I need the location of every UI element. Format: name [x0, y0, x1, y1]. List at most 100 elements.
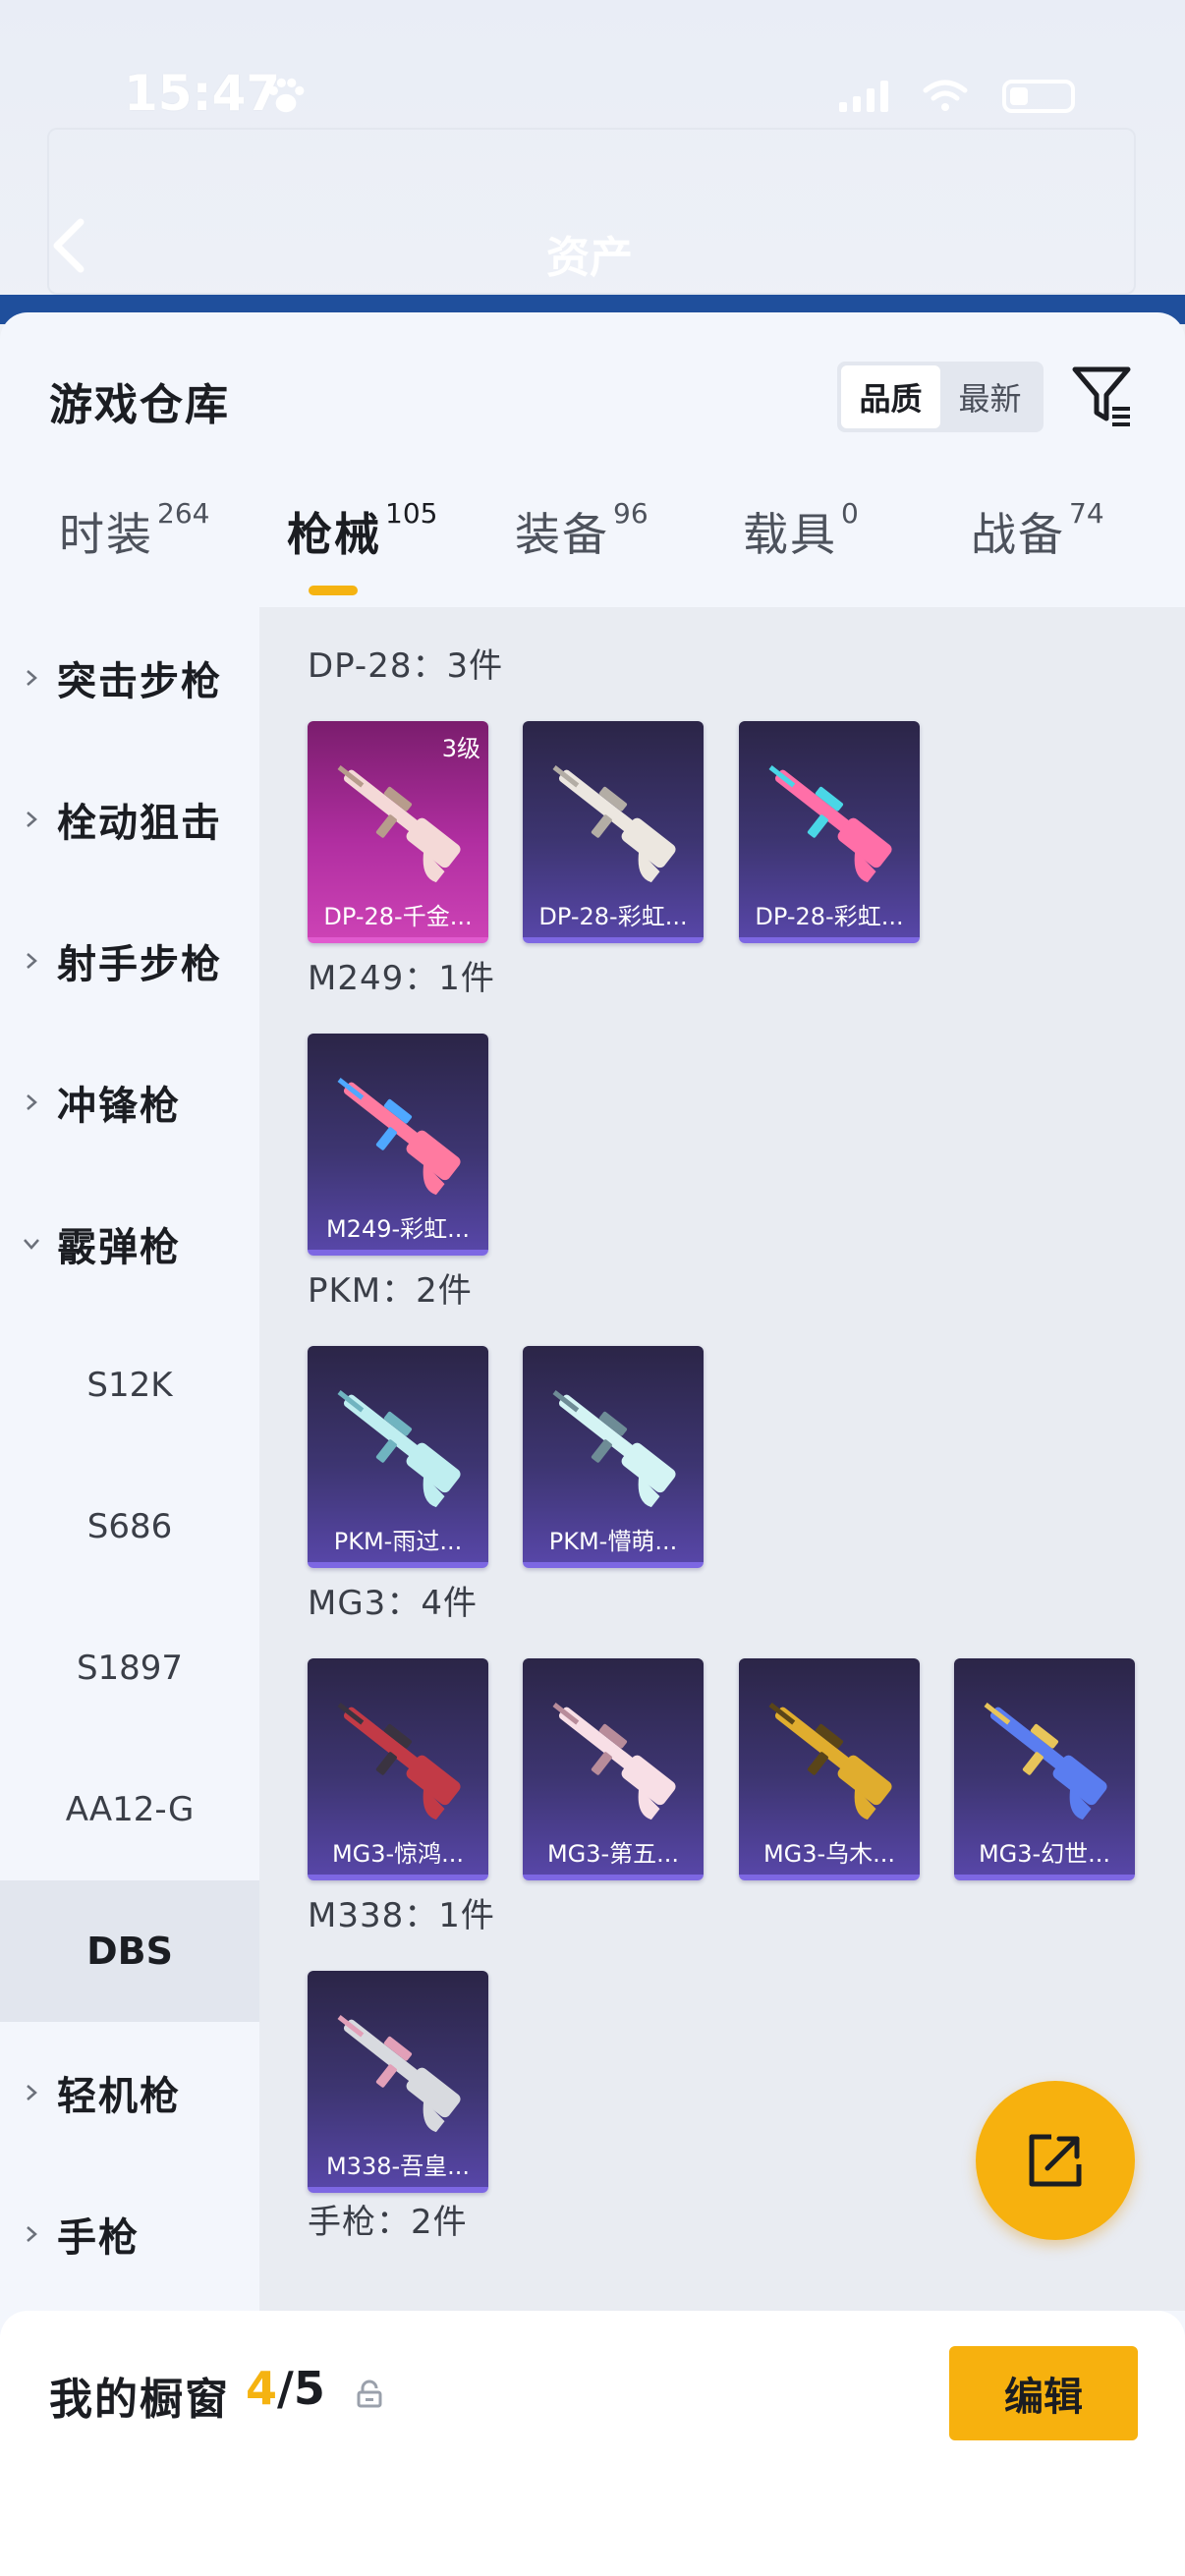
- group-title: 手枪：2件: [308, 2203, 468, 2242]
- share-button[interactable]: [976, 2081, 1135, 2240]
- chevron-right-icon: [27, 812, 37, 827]
- sidebar-item-assault-rifle[interactable]: 突击步枪: [0, 607, 259, 749]
- sidebar-item-label: 突击步枪: [57, 659, 222, 704]
- weapon-card[interactable]: DP-28-彩虹...: [523, 721, 704, 943]
- sort-newest[interactable]: 最新: [940, 365, 1040, 428]
- card-name: MG3-乌木...: [762, 1840, 896, 1868]
- sidebar-item-label: 栓动狙击: [57, 801, 222, 846]
- top-header: 15:47 资产: [0, 0, 1185, 324]
- sidebar-item-label: 霰弹枪: [57, 1225, 181, 1270]
- card-name: DP-28-彩虹...: [755, 903, 904, 930]
- weapon-list: DP-28：3件 3级 DP-28-千金... DP-28-彩虹... DP-28-彩虹…: [259, 607, 1185, 2311]
- sort-quality[interactable]: 品质: [841, 365, 940, 428]
- card-name: M338-吾皇...: [325, 2153, 471, 2180]
- chevron-down-icon: [24, 1239, 39, 1250]
- weapon-card[interactable]: M249-彩虹...: [308, 1034, 488, 1256]
- filter-icon[interactable]: [1069, 362, 1138, 430]
- sidebar-sub-item[interactable]: S12K: [0, 1315, 259, 1456]
- tab-count: 105: [385, 497, 438, 530]
- status-time: 15:47: [124, 65, 281, 122]
- weapon-card[interactable]: MG3-第五...: [523, 1658, 704, 1880]
- weapon-card[interactable]: MG3-惊鸿...: [308, 1658, 488, 1880]
- card-name: MG3-幻世...: [978, 1840, 1111, 1868]
- chevron-right-icon: [27, 2226, 37, 2242]
- share-icon: [1029, 2134, 1082, 2187]
- showcase-label: 我的橱窗: [49, 2375, 230, 2425]
- sidebar-item-marksman-rifle[interactable]: 射手步枪: [0, 890, 259, 1032]
- weapon-skin-icon: [768, 1703, 892, 1820]
- chevron-right-icon: [27, 2085, 37, 2100]
- tab-fashion[interactable]: 时装 264: [59, 497, 210, 564]
- edit-button[interactable]: 编辑: [949, 2346, 1138, 2440]
- tab-label: 枪械: [287, 508, 381, 561]
- showcase-total: 5: [293, 2362, 325, 2415]
- weapon-type-sidebar: 突击步枪 栓动狙击 射手步枪 冲锋枪 霰弹枪 S12K S686 S1897 A…: [0, 607, 259, 2576]
- status-bar-right: [839, 79, 1075, 114]
- showcase-bar: 我的橱窗 4/5 编辑: [0, 2311, 1185, 2576]
- tab-label: 装备: [515, 508, 609, 561]
- group-title: DP-28：3件: [308, 646, 504, 686]
- weapon-skin-icon: [552, 765, 676, 883]
- card-name: DP-28-彩虹...: [538, 903, 688, 930]
- sidebar-item-lmg[interactable]: 轻机枪: [0, 2022, 259, 2163]
- card-level: 3级: [441, 735, 480, 762]
- tab-label: 时装: [59, 508, 153, 561]
- sort-toggle[interactable]: 品质 最新: [837, 362, 1044, 432]
- card-name: MG3-惊鸿...: [331, 1840, 465, 1868]
- tab-supplies[interactable]: 战备 74: [971, 497, 1104, 564]
- weapon-skin-icon: [337, 765, 461, 883]
- sidebar-sub-item-active[interactable]: DBS: [0, 1880, 259, 2022]
- group-title: PKM：2件: [308, 1271, 473, 1311]
- weapon-card[interactable]: M338-吾皇...: [308, 1971, 488, 2193]
- card-name: MG3-第五...: [546, 1840, 680, 1868]
- tab-label: 战备: [971, 508, 1065, 561]
- paw-icon: [268, 78, 305, 113]
- sidebar-item-pistol[interactable]: 手枪: [0, 2163, 259, 2305]
- chevron-right-icon: [27, 1094, 37, 1110]
- group-title: MG3：4件: [308, 1584, 478, 1623]
- tab-label: 载具: [743, 508, 837, 561]
- sidebar-item-bolt-sniper[interactable]: 栓动狙击: [0, 749, 259, 890]
- back-icon[interactable]: [45, 216, 94, 275]
- wifi-icon: [923, 80, 968, 111]
- sidebar-item-label: 冲锋枪: [57, 1084, 181, 1129]
- signal-icon: [839, 81, 888, 112]
- sidebar-sub-item[interactable]: S1897: [0, 1597, 259, 1739]
- category-tabs: 时装 264 枪械 105 装备 96 载具 0 战备 74: [0, 497, 1185, 617]
- weapon-skin-icon: [337, 1703, 461, 1820]
- weapon-card[interactable]: PKM-懵萌...: [523, 1346, 704, 1568]
- card-name: PKM-懵萌...: [548, 1528, 678, 1555]
- group-title: M249：1件: [308, 959, 495, 998]
- weapon-card[interactable]: MG3-幻世...: [954, 1658, 1135, 1880]
- weapon-skin-icon: [337, 2015, 461, 2133]
- tab-vehicles[interactable]: 载具 0: [743, 497, 859, 564]
- weapon-card[interactable]: 3级 DP-28-千金...: [308, 721, 488, 943]
- sheet-title: 游戏仓库: [49, 380, 230, 430]
- sidebar-sub-item[interactable]: S686: [0, 1456, 259, 1597]
- card-name: DP-28-千金...: [323, 903, 473, 930]
- showcase-count: 4/5: [246, 2362, 325, 2415]
- weapon-skin-icon: [552, 1390, 676, 1508]
- showcase-current: 4: [246, 2362, 278, 2415]
- page-title: 资产: [546, 233, 633, 283]
- sidebar-item-smg[interactable]: 冲锋枪: [0, 1032, 259, 1173]
- chevron-right-icon: [27, 670, 37, 686]
- chevron-right-icon: [27, 953, 37, 969]
- tab-equipment[interactable]: 装备 96: [515, 497, 649, 564]
- sidebar-item-label: 射手步枪: [57, 942, 222, 987]
- battery-icon: [1002, 80, 1075, 113]
- weapon-card[interactable]: MG3-乌木...: [739, 1658, 920, 1880]
- weapon-card[interactable]: PKM-雨过...: [308, 1346, 488, 1568]
- sidebar-item-label: 轻机枪: [57, 2074, 181, 2119]
- card-name: M249-彩虹...: [325, 1215, 471, 1243]
- sidebar-item-shotgun[interactable]: 霰弹枪: [0, 1173, 259, 1315]
- tab-count: 264: [157, 497, 210, 530]
- weapon-card[interactable]: DP-28-彩虹...: [739, 721, 920, 943]
- sidebar-sub-item[interactable]: AA12-G: [0, 1739, 259, 1880]
- weapon-skin-icon: [337, 1390, 461, 1508]
- card-name: PKM-雨过...: [333, 1528, 463, 1555]
- group-title: M338：1件: [308, 1896, 495, 1935]
- weapon-skin-icon: [552, 1703, 676, 1820]
- tab-firearms[interactable]: 枪械 105: [287, 497, 438, 564]
- weapon-skin-icon: [768, 765, 892, 883]
